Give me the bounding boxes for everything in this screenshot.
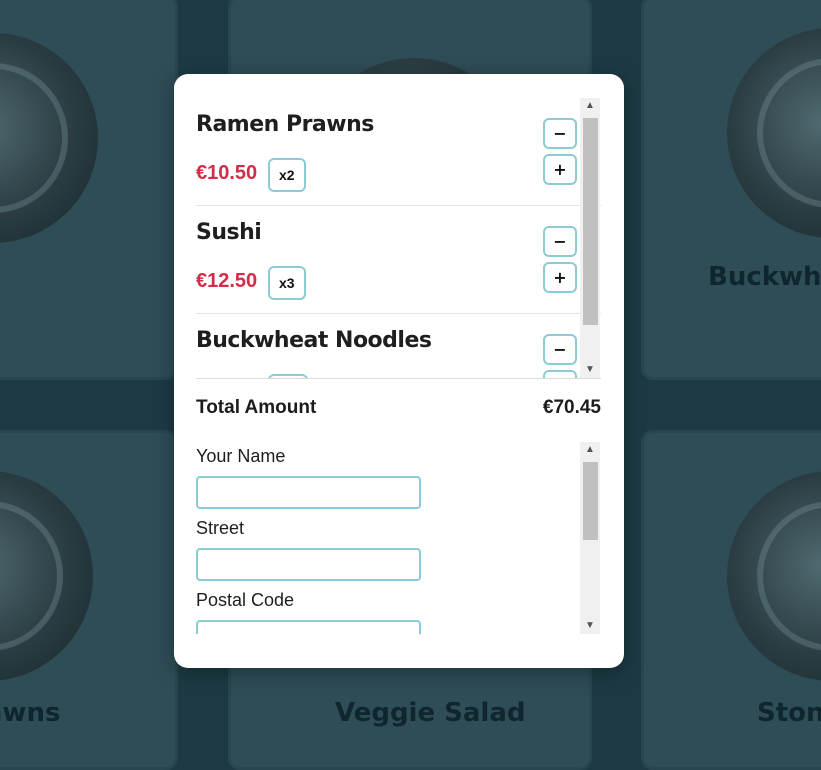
form-scroll-thumb[interactable] bbox=[583, 462, 598, 540]
cart-scrollbar[interactable]: ▲ ▼ bbox=[580, 98, 600, 378]
cart-item-price: €10.50 bbox=[196, 162, 258, 184]
total-value: €70.45 bbox=[542, 397, 601, 418]
cart-item-name: Sushi bbox=[196, 220, 262, 245]
decrease-quantity-button[interactable]: − bbox=[543, 226, 577, 257]
cart-item-quantity: x3 bbox=[268, 266, 306, 300]
food-image bbox=[727, 28, 821, 238]
menu-card-title: Stone bbox=[757, 698, 821, 728]
cart-item-name: Buckwheat Noodles bbox=[196, 328, 432, 353]
triangle-down-icon[interactable]: ▼ bbox=[580, 362, 600, 378]
cart-item: Ramen Prawns €10.50 x2 − + bbox=[196, 98, 601, 206]
form-scrollbar[interactable]: ▲ ▼ bbox=[580, 442, 600, 634]
increase-quantity-button[interactable]: + bbox=[543, 262, 577, 293]
name-label: Your Name bbox=[196, 446, 286, 466]
triangle-up-icon[interactable]: ▲ bbox=[580, 442, 600, 458]
total-label: Total Amount bbox=[196, 397, 317, 418]
menu-card: Stone bbox=[641, 430, 821, 770]
menu-card: shi bbox=[0, 0, 178, 380]
decrease-quantity-button[interactable]: − bbox=[543, 118, 577, 149]
postal-code-input[interactable] bbox=[196, 620, 421, 634]
menu-card-title: Prawns bbox=[0, 698, 61, 728]
name-input[interactable] bbox=[196, 476, 421, 509]
cart-scroll-thumb[interactable] bbox=[583, 118, 598, 325]
cart-item-list: Ramen Prawns €10.50 x2 − + Sushi €12.50 … bbox=[196, 98, 601, 378]
decrease-quantity-button[interactable]: − bbox=[543, 334, 577, 365]
increase-quantity-button[interactable]: + bbox=[543, 370, 577, 378]
menu-card-title: Buckwheat Noodles bbox=[708, 262, 821, 292]
checkout-form: Your Name Street Postal Code bbox=[196, 444, 581, 634]
cart-item: Buckwheat Noodles − + bbox=[196, 314, 601, 378]
food-image bbox=[727, 471, 821, 681]
triangle-up-icon[interactable]: ▲ bbox=[580, 98, 600, 114]
cart-item-quantity: x2 bbox=[268, 158, 306, 192]
menu-card: Prawns bbox=[0, 430, 178, 770]
postal-code-label: Postal Code bbox=[196, 590, 295, 610]
cart-item-name: Ramen Prawns bbox=[196, 112, 374, 137]
street-input[interactable] bbox=[196, 548, 421, 581]
increase-quantity-button[interactable]: + bbox=[543, 154, 577, 185]
food-image bbox=[0, 33, 98, 243]
street-label: Street bbox=[196, 518, 245, 538]
cart-item: Sushi €12.50 x3 − + bbox=[196, 206, 601, 314]
menu-card-title: Veggie Salad bbox=[335, 698, 526, 728]
total-row: Total Amount €70.45 bbox=[196, 378, 601, 438]
triangle-down-icon[interactable]: ▼ bbox=[580, 618, 600, 634]
food-image bbox=[0, 471, 93, 681]
cart-item-price: €12.50 bbox=[196, 270, 258, 292]
menu-card: Buckwheat Noodles bbox=[641, 0, 821, 380]
cart-modal: Ramen Prawns €10.50 x2 − + Sushi €12.50 … bbox=[174, 74, 624, 668]
